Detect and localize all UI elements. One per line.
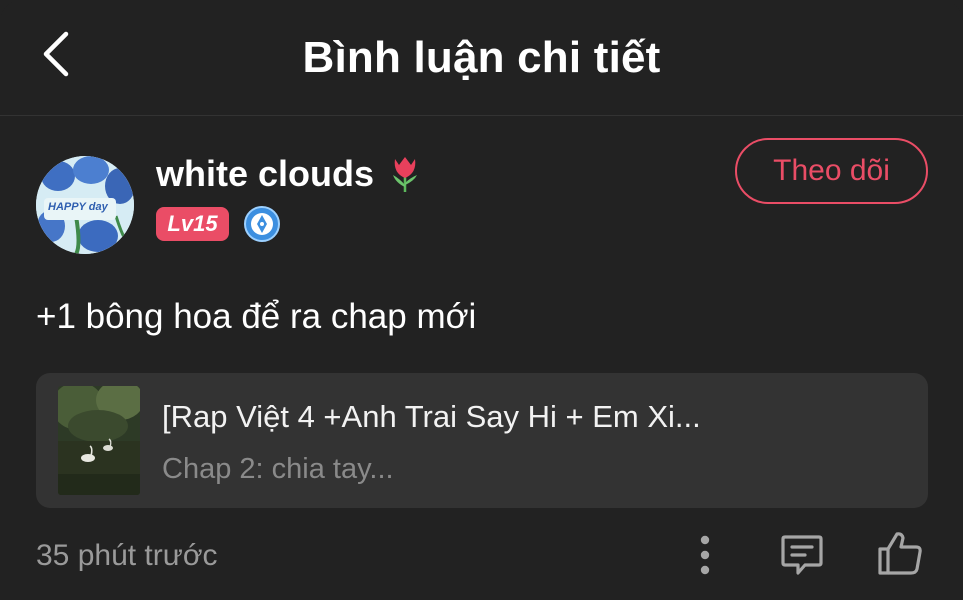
- thumbs-up-icon: [878, 532, 922, 575]
- chapter-title: [Rap Việt 4 +Anh Trai Say Hi + Em Xi...: [162, 399, 701, 434]
- reply-button[interactable]: [775, 528, 829, 582]
- header: Bình luận chi tiết: [0, 0, 963, 116]
- chapter-subtitle: Chap 2: chia tay...: [162, 453, 394, 485]
- more-vertical-icon: [700, 535, 710, 575]
- level-badge: Lv15: [156, 207, 229, 241]
- like-button[interactable]: [873, 526, 927, 580]
- avatar[interactable]: HAPPY day: [36, 156, 134, 254]
- username[interactable]: white clouds: [156, 150, 422, 198]
- chapter-card[interactable]: [Rap Việt 4 +Anh Trai Say Hi + Em Xi... …: [36, 373, 928, 508]
- back-button[interactable]: [30, 28, 82, 80]
- chapter-thumbnail: [58, 386, 140, 495]
- chevron-left-icon: [43, 31, 69, 77]
- username-text: white clouds: [156, 153, 375, 194]
- comment-icon: [781, 535, 823, 575]
- more-button[interactable]: [684, 530, 726, 580]
- comment-detail-screen: Bình luận chi tiết HAPPY day white cloud…: [0, 0, 963, 600]
- page-title: Bình luận chi tiết: [302, 33, 661, 82]
- comment-text: +1 bông hoa để ra chap mới: [36, 297, 477, 336]
- timestamp: 35 phút trước: [36, 539, 218, 572]
- follow-button[interactable]: Theo dõi: [735, 138, 928, 204]
- avatar-text: HAPPY day: [48, 201, 108, 213]
- tulip-icon: [388, 155, 422, 193]
- pen-nib-icon: [243, 205, 281, 243]
